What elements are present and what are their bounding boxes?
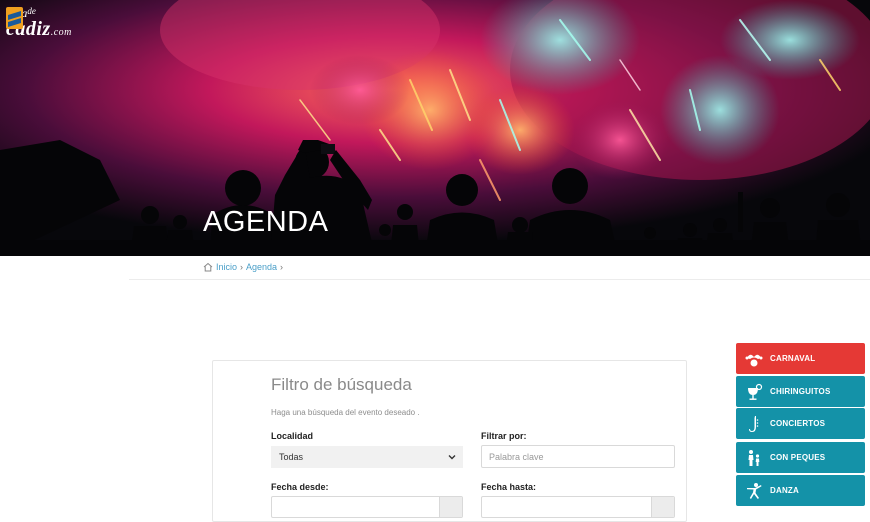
site-logo[interactable]: guiade cadiz.com bbox=[6, 7, 72, 39]
saxophone-icon bbox=[744, 414, 764, 434]
category-carnaval-button[interactable]: CARNAVAL bbox=[736, 343, 865, 374]
family-icon bbox=[744, 448, 764, 468]
category-label: DANZA bbox=[770, 486, 799, 495]
home-icon bbox=[203, 262, 213, 272]
category-label: CON PEQUES bbox=[770, 453, 826, 462]
filter-title: Filtro de búsqueda bbox=[271, 375, 412, 394]
cocktail-icon bbox=[744, 382, 764, 402]
jester-icon bbox=[744, 349, 764, 369]
category-label: CARNAVAL bbox=[770, 354, 816, 363]
divider bbox=[129, 279, 870, 280]
breadcrumb-agenda-link[interactable]: Agenda bbox=[246, 262, 277, 272]
localidad-select[interactable]: Todas bbox=[271, 446, 463, 468]
breadcrumb: Inicio › Agenda › bbox=[203, 262, 283, 272]
category-danza-button[interactable]: DANZA bbox=[736, 475, 865, 506]
keyword-placeholder: Palabra clave bbox=[489, 451, 544, 462]
fecha-hasta-field[interactable] bbox=[481, 496, 675, 518]
breadcrumb-separator: › bbox=[280, 262, 284, 272]
category-label: CONCIERTOS bbox=[770, 419, 826, 428]
hero-banner: guiade cadiz.com AGENDA bbox=[0, 0, 870, 256]
filtrar-label: Filtrar por: bbox=[481, 431, 527, 441]
fecha-hasta-label: Fecha hasta: bbox=[481, 482, 537, 492]
search-filter-panel: Filtro de búsqueda Haga una búsqueda del… bbox=[212, 360, 687, 522]
fecha-desde-label: Fecha desde: bbox=[271, 482, 329, 492]
category-label: CHIRINGUITOS bbox=[770, 387, 831, 396]
category-chiringuitos-button[interactable]: CHIRINGUITOS bbox=[736, 376, 865, 407]
dancer-icon bbox=[744, 481, 764, 501]
localidad-selected-value: Todas bbox=[279, 452, 304, 462]
breadcrumb-separator: › bbox=[240, 262, 244, 272]
localidad-label: Localidad bbox=[271, 431, 314, 441]
page-title: AGENDA bbox=[203, 206, 329, 238]
filter-subtitle: Haga una búsqueda del evento deseado . bbox=[271, 408, 420, 417]
logo-emblem-icon bbox=[6, 7, 23, 29]
breadcrumb-home-link[interactable]: Inicio bbox=[216, 262, 237, 272]
category-conciertos-button[interactable]: CONCIERTOS bbox=[736, 408, 865, 439]
calendar-button[interactable] bbox=[651, 497, 674, 517]
fecha-desde-field[interactable] bbox=[271, 496, 463, 518]
category-con-peques-button[interactable]: CON PEQUES bbox=[736, 442, 865, 473]
fireworks-image bbox=[0, 0, 870, 256]
keyword-search-input[interactable]: Palabra clave bbox=[481, 445, 675, 468]
chevron-down-icon bbox=[448, 455, 456, 460]
calendar-button[interactable] bbox=[439, 497, 462, 517]
